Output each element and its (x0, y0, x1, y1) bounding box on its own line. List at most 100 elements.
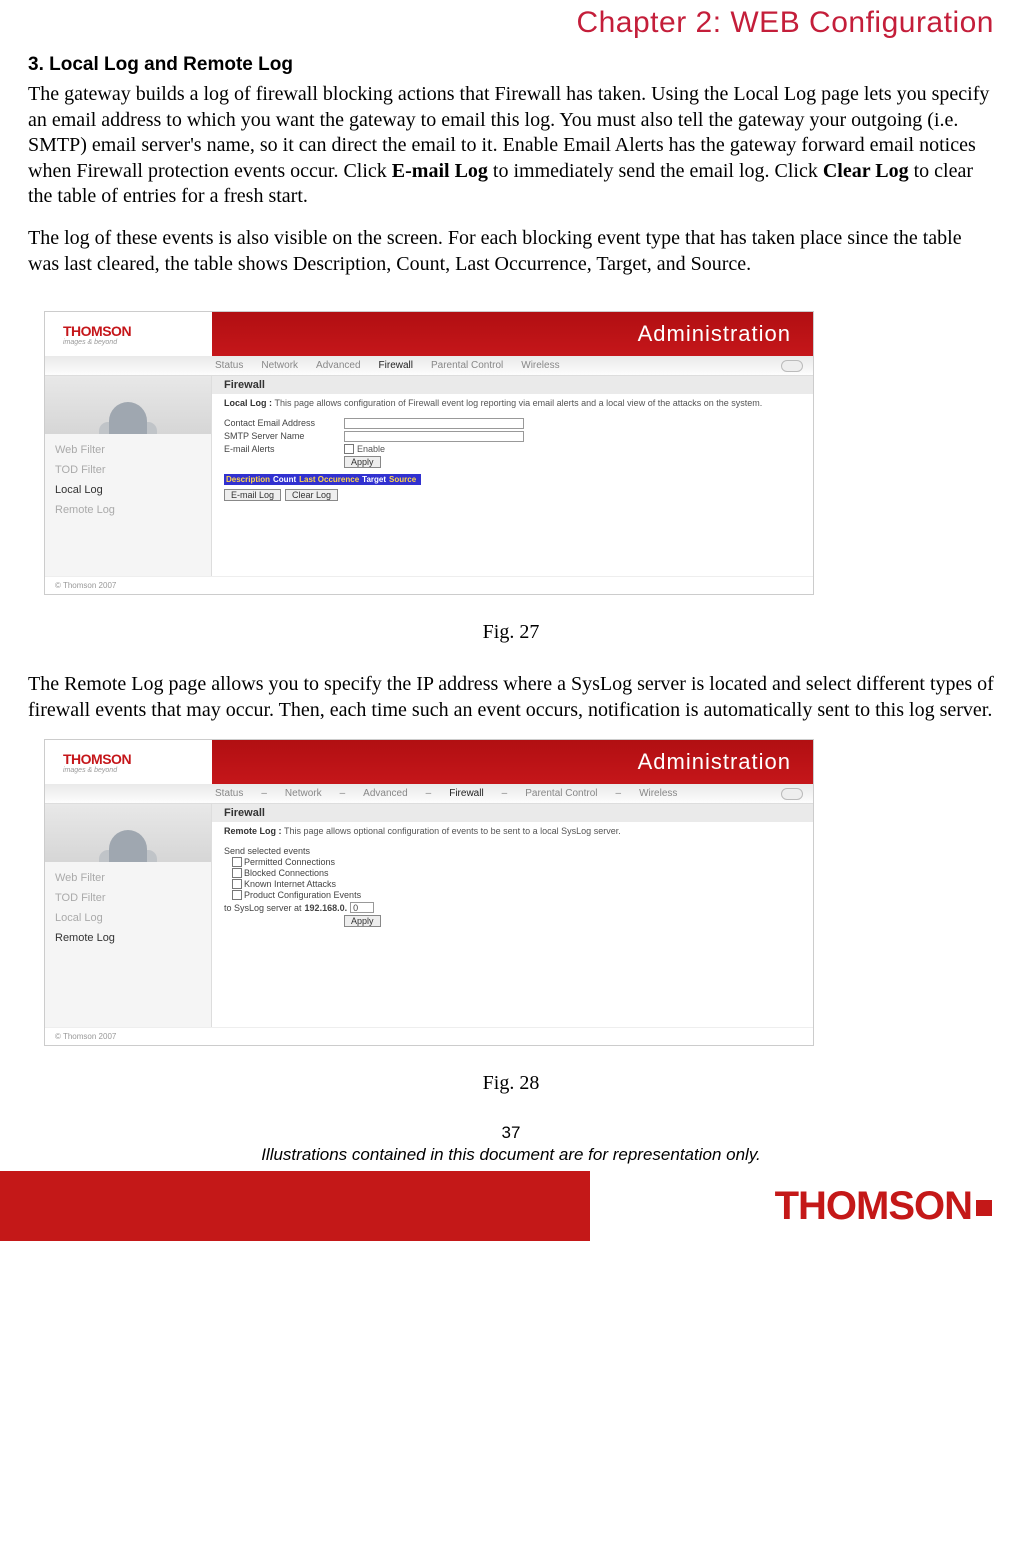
sidebar: Web Filter TOD Filter Local Log Remote L… (45, 376, 212, 576)
footer-brand-logo: THOMSON (775, 1184, 972, 1229)
brand-bar-red (0, 1171, 590, 1241)
ss-logo-wrap-2: THOMSON images & beyond (45, 740, 212, 784)
email-log-button[interactable]: E-mail Log (224, 489, 281, 501)
figure-27-screenshot: THOMSON images & beyond Administration S… (44, 311, 814, 595)
logo-tagline: images & beyond (63, 339, 131, 346)
p1-b: to immediately send the email log. Click (488, 160, 823, 182)
label-attacks: Known Internet Attacks (244, 879, 336, 889)
apply-button[interactable]: Apply (344, 456, 381, 468)
p1-bold-email-log: E-mail Log (392, 160, 488, 182)
th-source: Source (389, 475, 416, 484)
chapter-title: Chapter 2: WEB Configuration (28, 6, 994, 40)
logo-tagline-2: images & beyond (63, 767, 131, 774)
nav-firewall[interactable]: Firewall (379, 360, 413, 371)
figure-28-screenshot: THOMSON images & beyond Administration S… (44, 739, 814, 1046)
thomson-logo: THOMSON images & beyond (63, 323, 131, 346)
brand-square-icon (976, 1200, 992, 1216)
nav-parental[interactable]: Parental Control (431, 360, 503, 371)
paragraph-1: The gateway builds a log of firewall blo… (28, 82, 994, 210)
logo-text: THOMSON (63, 323, 131, 339)
label-product: Product Configuration Events (244, 890, 361, 900)
panel-title: Firewall (212, 376, 813, 394)
nav-wireless[interactable]: Wireless (521, 360, 559, 371)
nav-dropdown-icon-2[interactable] (781, 788, 803, 800)
nav-advanced[interactable]: Advanced (316, 360, 360, 371)
admin-title-2: Administration (212, 749, 813, 775)
checkbox-blocked[interactable] (232, 868, 242, 878)
ss-header: THOMSON images & beyond Administration (45, 312, 813, 356)
nav-status-2[interactable]: Status (215, 788, 243, 799)
th-target: Target (362, 475, 386, 484)
nav-bar-2: Status– Network– Advanced– Firewall– Par… (45, 784, 813, 804)
nav-dropdown-icon[interactable] (781, 360, 803, 372)
panel-description: Local Log : This page allows configurati… (224, 398, 801, 410)
ss-footer: © Thomson 2007 (45, 576, 813, 594)
checkbox-product[interactable] (232, 890, 242, 900)
desc-text: This page allows configuration of Firewa… (275, 398, 763, 408)
brand-bar-right: THOMSON (590, 1171, 1022, 1241)
ip-prefix: to SysLog server at (224, 903, 302, 913)
nav-advanced-2[interactable]: Advanced (363, 788, 407, 799)
thomson-logo-2: THOMSON images & beyond (63, 751, 131, 774)
input-contact-email[interactable] (344, 418, 524, 429)
figure-27-caption: Fig. 27 (28, 621, 994, 644)
avatar-image-2 (45, 804, 211, 862)
sidebar-item-locallog[interactable]: Local Log (45, 480, 211, 500)
nav-wireless-2[interactable]: Wireless (639, 788, 677, 799)
label-enable: Enable (357, 444, 385, 454)
send-selected-label: Send selected events (224, 846, 801, 856)
sidebar-item-todfilter-2[interactable]: TOD Filter (45, 888, 211, 908)
ss-logo-wrap: THOMSON images & beyond (45, 312, 212, 356)
label-blocked: Blocked Connections (244, 868, 329, 878)
sidebar-item-webfilter-2[interactable]: Web Filter (45, 868, 211, 888)
th-description: Description (226, 475, 270, 484)
ss-footer-2: © Thomson 2007 (45, 1027, 813, 1045)
sidebar-item-webfilter[interactable]: Web Filter (45, 440, 211, 460)
nav-bar: Status Network Advanced Firewall Parenta… (45, 356, 813, 376)
nav-network-2[interactable]: Network (285, 788, 322, 799)
label-contact-email: Contact Email Address (224, 418, 344, 428)
panel-description-2: Remote Log : This page allows optional c… (224, 826, 801, 838)
label-smtp: SMTP Server Name (224, 431, 344, 441)
label-email-alerts: E-mail Alerts (224, 444, 344, 454)
admin-title: Administration (212, 321, 813, 347)
log-table-header: DescriptionCountLast OccurenceTargetSour… (224, 474, 421, 485)
nav-parental-2[interactable]: Parental Control (525, 788, 597, 799)
sidebar-item-locallog-2[interactable]: Local Log (45, 908, 211, 928)
paragraph-2: The log of these events is also visible … (28, 226, 994, 277)
panel-title-2: Firewall (212, 804, 813, 822)
nav-status[interactable]: Status (215, 360, 243, 371)
desc-label-2: Remote Log : (224, 826, 284, 836)
disclaimer: Illustrations contained in this document… (28, 1145, 994, 1165)
p1-bold-clear-log: Clear Log (823, 160, 909, 182)
section-heading: 3. Local Log and Remote Log (28, 54, 994, 76)
checkbox-enable[interactable] (344, 444, 354, 454)
main-panel: Firewall Local Log : This page allows co… (212, 376, 813, 576)
sidebar-item-remotelog[interactable]: Remote Log (45, 500, 211, 520)
label-permitted: Permitted Connections (244, 857, 335, 867)
clear-log-button[interactable]: Clear Log (285, 489, 338, 501)
nav-network[interactable]: Network (261, 360, 298, 371)
avatar-image (45, 376, 211, 434)
nav-firewall-2[interactable]: Firewall (449, 788, 483, 799)
sidebar-item-remotelog-2[interactable]: Remote Log (45, 928, 211, 948)
logo-text-2: THOMSON (63, 751, 131, 767)
apply-button-2[interactable]: Apply (344, 915, 381, 927)
checkbox-permitted[interactable] (232, 857, 242, 867)
main-panel-2: Firewall Remote Log : This page allows o… (212, 804, 813, 1027)
th-count: Count (273, 475, 296, 484)
page-number: 37 (28, 1123, 994, 1143)
sidebar-2: Web Filter TOD Filter Local Log Remote L… (45, 804, 212, 1027)
input-smtp[interactable] (344, 431, 524, 442)
desc-text-2: This page allows optional configuration … (284, 826, 621, 836)
ss-header-2: THOMSON images & beyond Administration (45, 740, 813, 784)
brand-bar: THOMSON (0, 1171, 1022, 1241)
sidebar-item-todfilter[interactable]: TOD Filter (45, 460, 211, 480)
figure-28-caption: Fig. 28 (28, 1072, 994, 1095)
desc-label: Local Log : (224, 398, 275, 408)
checkbox-attacks[interactable] (232, 879, 242, 889)
th-last: Last Occurence (299, 475, 359, 484)
ip-fixed: 192.168.0. (305, 903, 348, 913)
ip-last-octet-input[interactable]: 0 (350, 902, 374, 913)
paragraph-3: The Remote Log page allows you to specif… (28, 672, 994, 723)
